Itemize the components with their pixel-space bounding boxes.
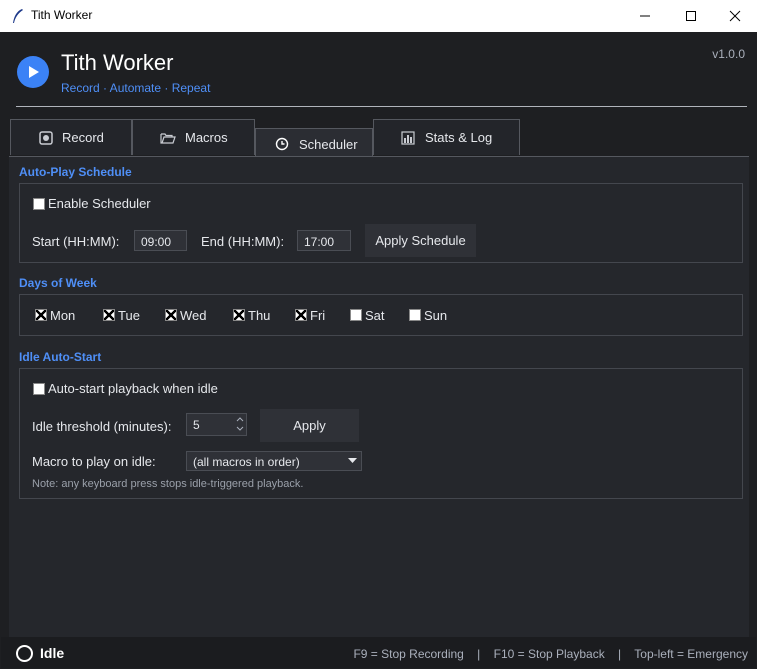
days-section-title: Days of Week bbox=[19, 276, 97, 290]
bar-chart-icon bbox=[401, 131, 415, 145]
idle-threshold-spinbox[interactable]: 5 bbox=[186, 413, 247, 436]
day-tue-checkbox[interactable] bbox=[103, 309, 115, 321]
day-sat-checkbox[interactable] bbox=[350, 309, 362, 321]
enable-scheduler-checkbox[interactable] bbox=[33, 198, 45, 210]
idle-autostart-label: Auto-start playback when idle bbox=[48, 381, 218, 396]
window-title: Tith Worker bbox=[31, 8, 93, 22]
status-text: Idle bbox=[40, 645, 65, 661]
app-subtitle: Record · Automate · Repeat bbox=[61, 81, 211, 95]
idle-status-icon bbox=[16, 645, 33, 662]
tab-record[interactable]: Record bbox=[10, 119, 132, 155]
tab-scheduler-label: Scheduler bbox=[299, 137, 358, 152]
day-tue-label: Tue bbox=[118, 308, 140, 323]
tab-stats-log-label: Stats & Log bbox=[425, 130, 493, 145]
idle-apply-button[interactable]: Apply bbox=[260, 409, 359, 442]
idle-macro-value: (all macros in order) bbox=[193, 455, 300, 469]
chevron-down-icon bbox=[348, 458, 357, 463]
folder-icon bbox=[160, 133, 176, 144]
status-bar: Idle F9 = Stop Recording | F10 = Stop Pl… bbox=[1, 637, 756, 668]
tab-stats-log[interactable]: Stats & Log bbox=[373, 119, 520, 155]
end-time-label: End (HH:MM): bbox=[201, 234, 285, 249]
idle-note: Note: any keyboard press stops idle-trig… bbox=[32, 478, 304, 490]
day-sun-label: Sun bbox=[424, 308, 448, 323]
tab-macros[interactable]: Macros bbox=[132, 119, 255, 155]
scheduler-panel: Auto-Play Schedule Enable Scheduler Star… bbox=[9, 156, 749, 637]
idle-macro-select[interactable]: (all macros in order) bbox=[186, 451, 362, 471]
day-mon-checkbox[interactable] bbox=[35, 309, 47, 321]
apply-schedule-button[interactable]: Apply Schedule bbox=[365, 224, 476, 257]
idle-group: Auto-start playback when idle Idle thres… bbox=[19, 368, 743, 499]
play-logo-icon bbox=[17, 56, 49, 88]
day-sun-checkbox[interactable] bbox=[409, 309, 421, 321]
end-time-input[interactable]: 17:00 bbox=[297, 230, 351, 251]
idle-autostart-checkbox[interactable] bbox=[33, 383, 45, 395]
tab-record-label: Record bbox=[62, 130, 104, 145]
header-divider bbox=[16, 106, 747, 107]
schedule-section-title: Auto-Play Schedule bbox=[19, 165, 132, 179]
idle-macro-label: Macro to play on idle: bbox=[32, 454, 156, 469]
feather-icon bbox=[13, 9, 23, 23]
idle-section-title: Idle Auto-Start bbox=[19, 350, 102, 364]
spin-up-icon[interactable] bbox=[236, 416, 244, 423]
close-icon bbox=[729, 10, 741, 22]
minimize-button[interactable] bbox=[622, 0, 668, 32]
version-label: v1.0.0 bbox=[712, 47, 745, 61]
clock-icon bbox=[275, 137, 289, 151]
days-group: Mon Tue Wed Thu Fri Sat Sun bbox=[19, 294, 743, 336]
day-thu-checkbox[interactable] bbox=[233, 309, 245, 321]
record-icon bbox=[39, 131, 53, 145]
idle-threshold-label: Idle threshold (minutes): bbox=[32, 419, 172, 434]
minimize-icon bbox=[640, 15, 650, 17]
day-fri-checkbox[interactable] bbox=[295, 309, 307, 321]
day-thu-label: Thu bbox=[248, 308, 271, 323]
app-window: Tith Worker Record · Automate · Repeat v… bbox=[1, 32, 756, 668]
day-wed-checkbox[interactable] bbox=[165, 309, 177, 321]
maximize-icon bbox=[686, 11, 696, 21]
maximize-button[interactable] bbox=[668, 0, 714, 32]
window-titlebar: Tith Worker bbox=[0, 0, 757, 32]
start-time-label: Start (HH:MM): bbox=[32, 234, 120, 249]
day-mon-label: Mon bbox=[50, 308, 76, 323]
start-time-input[interactable]: 09:00 bbox=[134, 230, 187, 251]
close-button[interactable] bbox=[712, 0, 757, 32]
app-title: Tith Worker bbox=[61, 50, 174, 75]
tab-macros-label: Macros bbox=[185, 130, 228, 145]
idle-threshold-value: 5 bbox=[193, 418, 200, 432]
hotkey-hints: F9 = Stop Recording | F10 = Stop Playbac… bbox=[353, 647, 748, 661]
schedule-group: Enable Scheduler Start (HH:MM): 09:00 En… bbox=[19, 183, 743, 263]
tab-scheduler[interactable]: Scheduler bbox=[255, 128, 373, 157]
day-wed-label: Wed bbox=[180, 308, 207, 323]
spin-down-icon[interactable] bbox=[236, 425, 244, 432]
day-fri-label: Fri bbox=[310, 308, 326, 323]
day-sat-label: Sat bbox=[365, 308, 385, 323]
enable-scheduler-label: Enable Scheduler bbox=[48, 196, 151, 211]
